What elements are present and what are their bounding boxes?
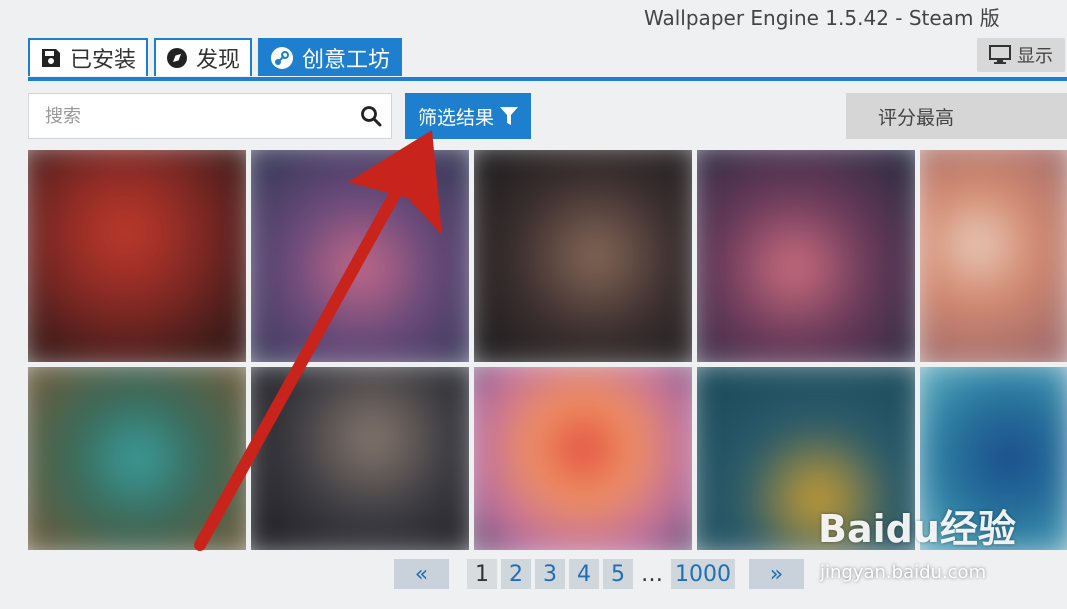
- search-icon[interactable]: [351, 105, 391, 127]
- pagination: « 1 2 3 4 5 … 1000 »: [394, 559, 804, 589]
- sort-label: 评分最高: [878, 106, 955, 129]
- wallpaper-grid: [28, 150, 1067, 550]
- save-icon: [42, 49, 60, 67]
- steam-icon: [271, 47, 294, 69]
- wallpaper-thumbnail[interactable]: [251, 367, 469, 550]
- page-button[interactable]: 2: [501, 559, 531, 589]
- tab-discover[interactable]: 发现: [154, 38, 253, 76]
- wallpaper-thumbnail[interactable]: [474, 367, 692, 550]
- baidu-watermark-url: jingyan.baidu.com: [820, 562, 987, 583]
- search-input[interactable]: [29, 93, 351, 139]
- filter-label: 筛选结果: [417, 106, 494, 129]
- app-window: Wallpaper Engine 1.5.42 - Steam 版 显示 已安装…: [0, 0, 1067, 609]
- tab-label: 发现: [196, 48, 241, 73]
- sort-dropdown[interactable]: 评分最高: [846, 93, 1067, 139]
- wallpaper-thumbnail[interactable]: [920, 150, 1067, 362]
- tab-label: 已安装: [70, 48, 137, 73]
- display-label: 显示: [1017, 46, 1053, 67]
- window-title: Wallpaper Engine 1.5.42 - Steam 版: [644, 6, 1000, 30]
- compass-icon: [167, 48, 188, 68]
- filter-button[interactable]: 筛选结果: [405, 93, 531, 139]
- monitor-icon: [989, 45, 1011, 64]
- page-button[interactable]: 3: [535, 559, 565, 589]
- wallpaper-thumbnail[interactable]: [28, 367, 246, 550]
- page-button-current[interactable]: 1: [467, 559, 497, 589]
- wallpaper-thumbnail[interactable]: [474, 150, 692, 362]
- tab-underline: [28, 77, 1067, 81]
- wallpaper-thumbnail[interactable]: [697, 150, 915, 362]
- tab-workshop[interactable]: 创意工坊: [258, 38, 403, 76]
- page-button[interactable]: 5: [603, 559, 633, 589]
- last-page-button[interactable]: »: [749, 559, 804, 589]
- funnel-icon: [500, 107, 518, 125]
- last-page-number-button[interactable]: 1000: [671, 559, 735, 589]
- search-box: [28, 93, 392, 139]
- page-button[interactable]: 4: [569, 559, 599, 589]
- pagination-ellipsis: …: [641, 561, 663, 587]
- tab-label: 创意工坊: [302, 48, 391, 73]
- wallpaper-thumbnail[interactable]: [251, 150, 469, 362]
- display-button[interactable]: 显示: [977, 38, 1065, 72]
- baidu-watermark: Baidu经验: [818, 507, 1016, 551]
- main-tabs: 已安装 发现 创意工坊: [28, 38, 403, 76]
- tab-installed[interactable]: 已安装: [28, 38, 149, 76]
- first-page-button[interactable]: «: [394, 559, 449, 589]
- wallpaper-thumbnail[interactable]: [28, 150, 246, 362]
